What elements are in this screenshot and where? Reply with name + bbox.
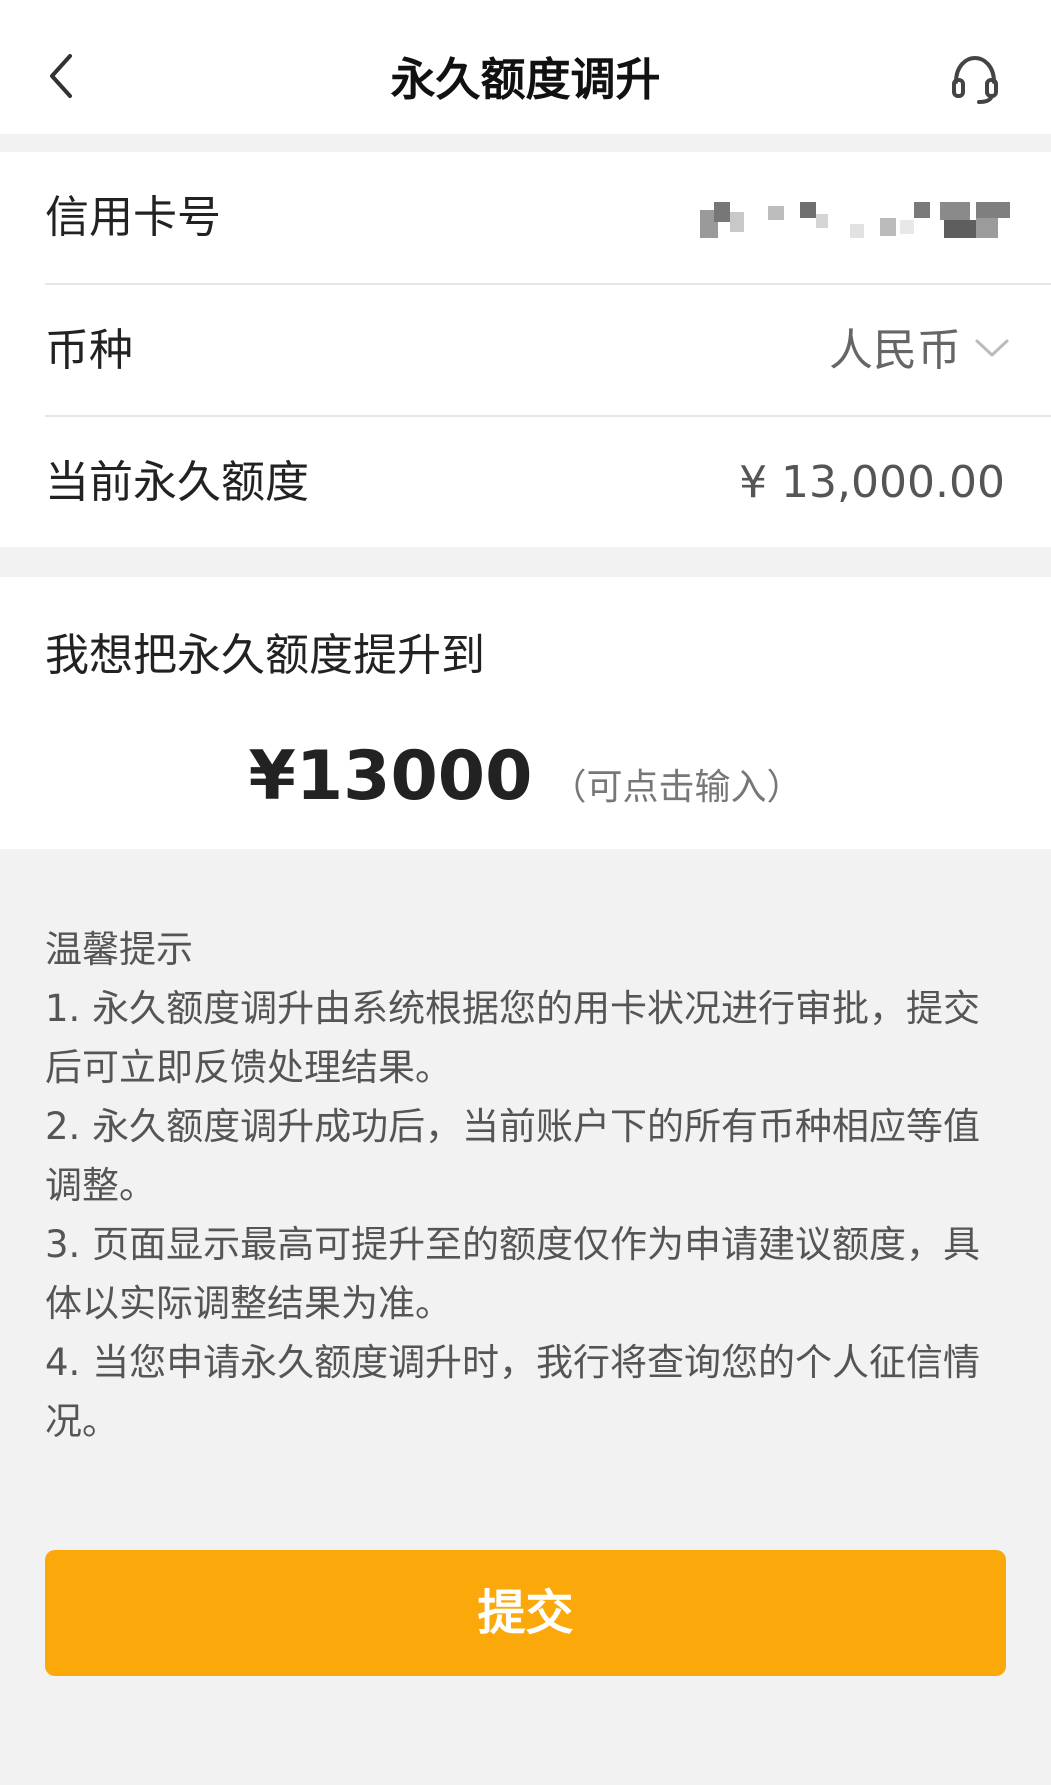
current-limit-row: 当前永久额度 ¥ 13,000.00 [0, 417, 1051, 549]
chevron-left-icon[interactable] [38, 46, 86, 106]
tip-item: 3. 页面显示最高可提升至的额度仅作为申请建议额度，具体以实际调整结果为准。 [45, 1223, 981, 1325]
tip-item: 2. 永久额度调升成功后，当前账户下的所有币种相应等值调整。 [45, 1105, 981, 1207]
raise-limit-section: 我想把永久额度提升到 ¥13000 （可点击输入） [0, 577, 1051, 849]
page-title: 永久额度调升 [390, 53, 661, 106]
card-number-label: 信用卡号 [45, 192, 221, 243]
tips-title: 温馨提示 [45, 928, 193, 971]
tip-item: 4. 当您申请永久额度调升时，我行将查询您的个人征信情况。 [45, 1341, 981, 1443]
card-info-section: 信用卡号 币种 人民币 当前永久额度 ¥ 13,000.00 [0, 152, 1051, 547]
submit-button[interactable]: 提交 [45, 1550, 1006, 1676]
nav-bar: 永久额度调升 [0, 0, 1051, 134]
amount-hint: （可点击输入） [550, 767, 803, 808]
currency-value[interactable]: 人民币 [829, 285, 961, 417]
tip-item: 1. 永久额度调升由系统根据您的用卡状况进行审批，提交后可立即反馈处理结果。 [45, 987, 981, 1089]
card-number-row: 信用卡号 [0, 152, 1051, 284]
currency-label: 币种 [45, 325, 133, 376]
amount-line: ¥13000 （可点击输入） [0, 737, 1051, 816]
headset-icon[interactable] [948, 52, 1002, 106]
tips-section: 温馨提示 1. 永久额度调升由系统根据您的用卡状况进行审批，提交后可立即反馈处理… [45, 920, 1010, 1451]
chevron-down-icon[interactable] [971, 327, 1013, 369]
amount-input[interactable]: ¥13000 [249, 737, 533, 816]
currency-row[interactable]: 币种 人民币 [0, 285, 1051, 417]
raise-label: 我想把永久额度提升到 [45, 630, 485, 681]
masked-card-number [700, 202, 1012, 238]
current-limit-label: 当前永久额度 [45, 457, 309, 508]
current-limit-value: ¥ 13,000.00 [739, 457, 1005, 508]
